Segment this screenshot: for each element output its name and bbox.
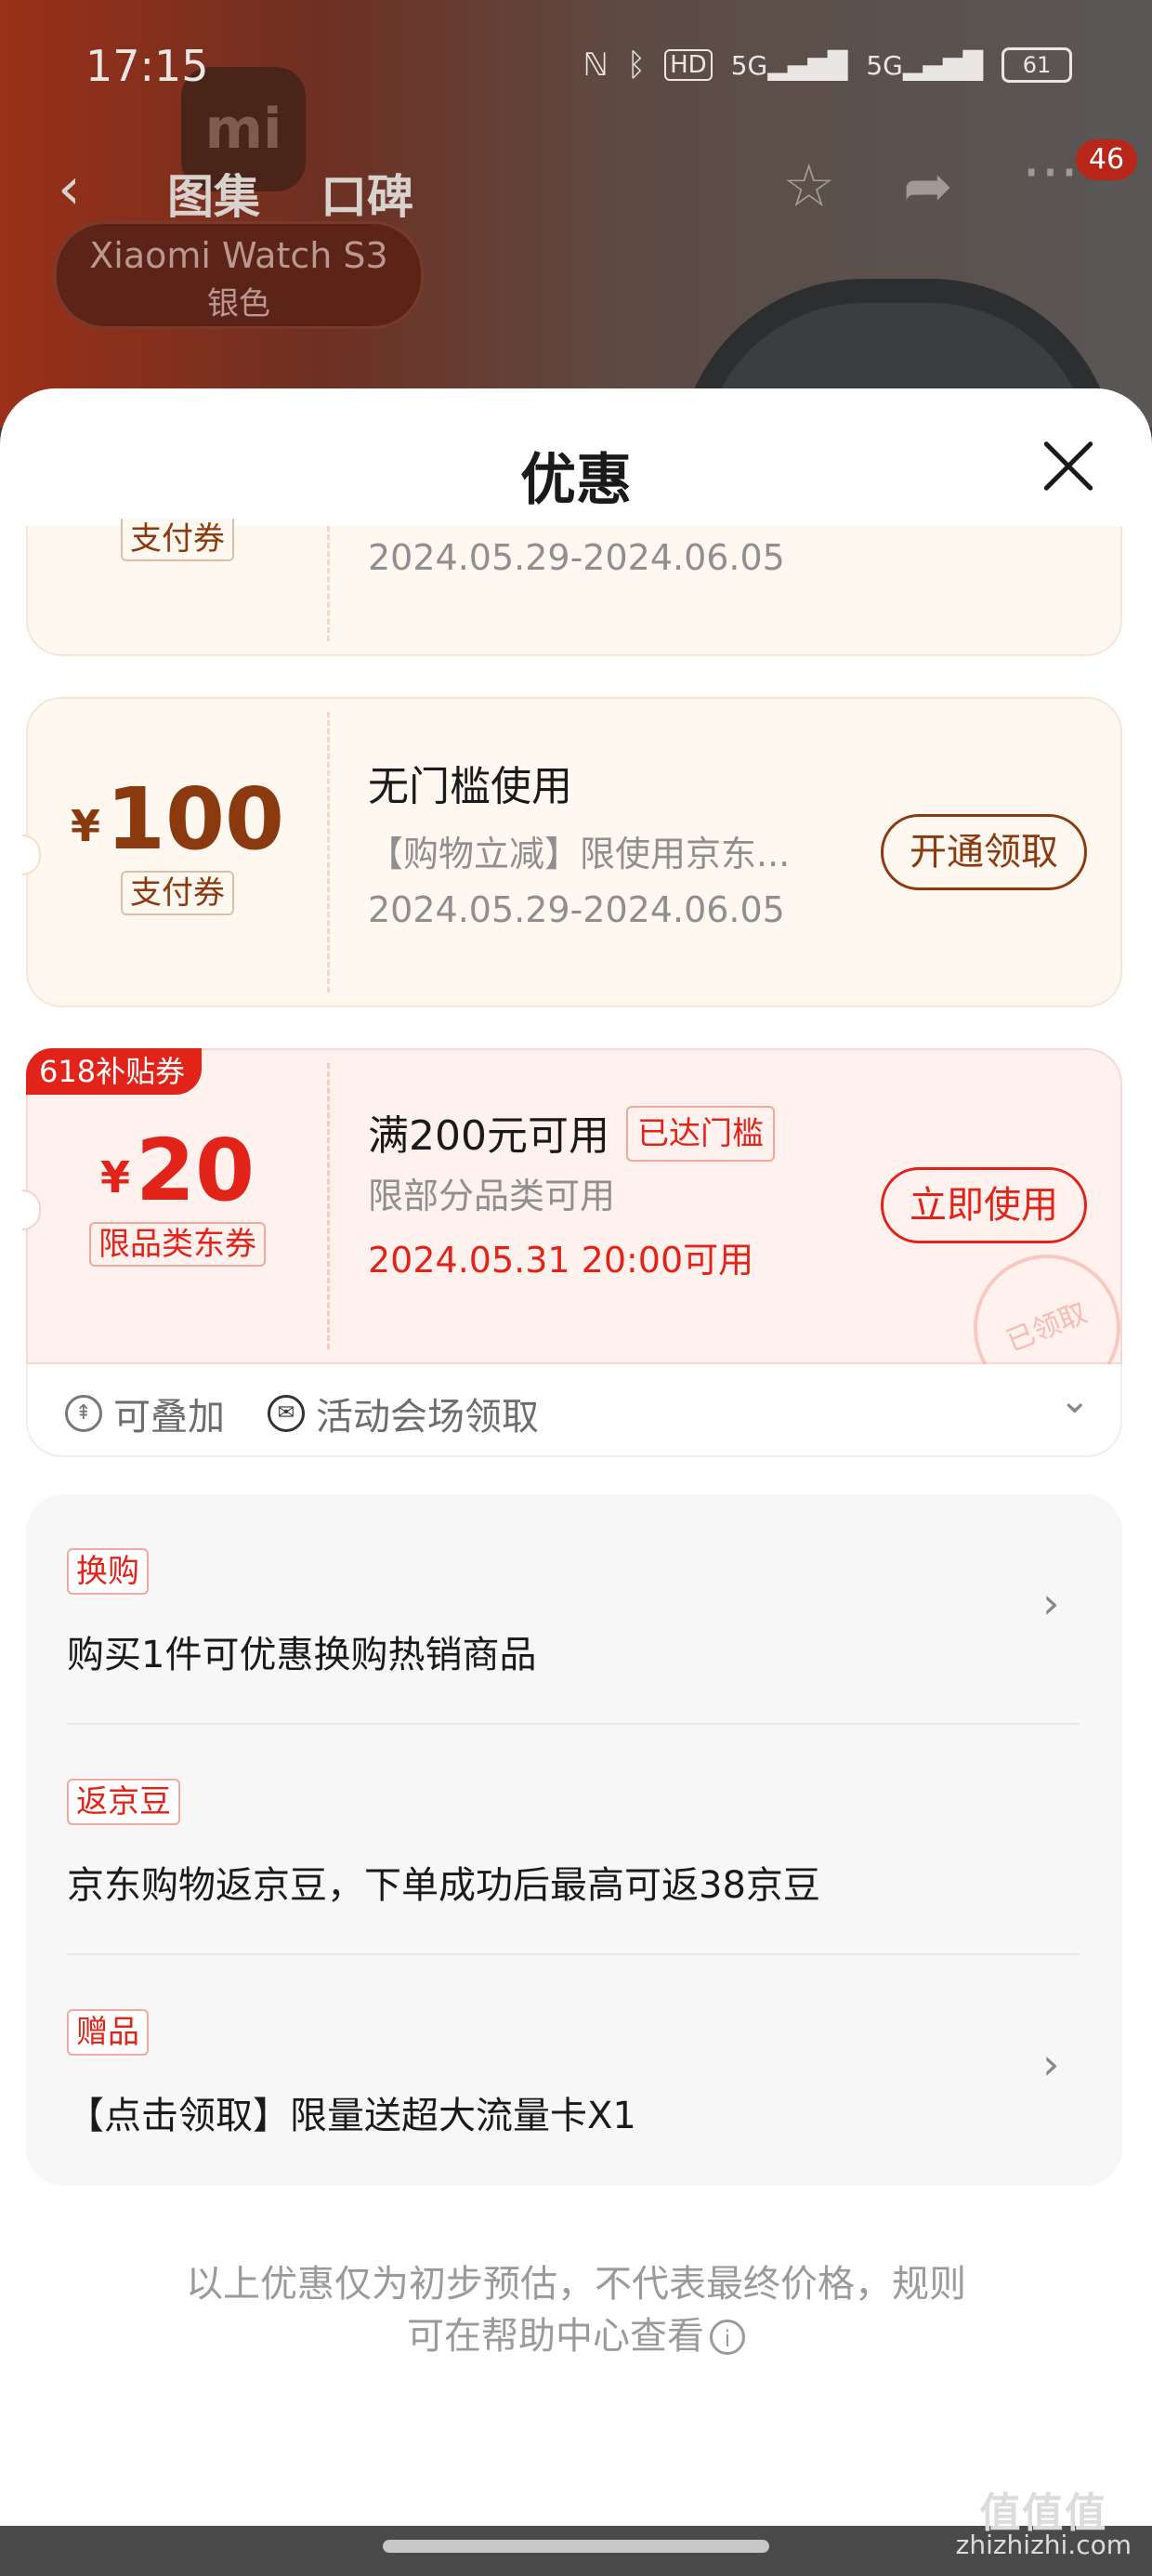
coupon-value: 100 (105, 769, 285, 869)
coupon-card[interactable]: 支付券 2024.05.29-2024.06.05 (26, 519, 1122, 656)
coupon-title-row: 满200元可用 已达门槛 (368, 1102, 935, 1162)
close-icon[interactable] (1041, 439, 1096, 494)
sheet-title: 优惠 (520, 448, 632, 513)
stackable-label: 可叠加 (113, 1396, 225, 1439)
status-icons: ℕ ᛒ HD 5G▂▄▆█ 5G▂▄▆█ 61 (583, 46, 1072, 84)
coupon-divider (327, 1063, 330, 1349)
disclaimer-text: 以上优惠仅为初步预估，不代表最终价格，规则 可在帮助中心查看 i (0, 2258, 1152, 2362)
coupon-value: 20 (135, 1121, 255, 1220)
tab-reviews[interactable]: 口碑 (321, 160, 413, 227)
chevron-down-icon[interactable]: ⌄ (1059, 1379, 1091, 1422)
signal-5g-icon: 5G▂▄▆█ (866, 49, 983, 81)
coupon-date: 2024.05.31 20:00可用 (368, 1240, 754, 1281)
back-arrow-icon[interactable]: ‹ (58, 154, 81, 222)
coupon-left: ¥20 限品类东券 (28, 1121, 327, 1267)
coupon-left: ¥100 支付券 (28, 769, 327, 915)
coupon-card[interactable]: ¥100 支付券 无门槛使用 【购物立减】限使用京东... 2024.05.29… (22, 697, 1122, 1007)
watermark-domain: zhizhizhi.com (955, 2530, 1132, 2560)
disclaimer-line1: 以上优惠仅为初步预估，不代表最终价格，规则 (186, 2263, 966, 2306)
currency-symbol: ¥ (70, 801, 100, 851)
coupon-type-tag: 支付券 (121, 519, 234, 561)
coupon-amount: ¥100 (28, 769, 327, 869)
promo-tag: 换购 (67, 1548, 149, 1595)
threshold-reached-tag: 已达门槛 (625, 1106, 775, 1162)
promo-tag: 返京豆 (67, 1779, 180, 1825)
currency-symbol: ¥ (99, 1152, 130, 1203)
chevron-right-icon[interactable]: › (1042, 1578, 1059, 1628)
share-icon[interactable]: ➦ (903, 152, 953, 221)
product-badge-color: 银色 (207, 285, 270, 322)
signal-5g-icon: 5G▂▄▆█ (730, 49, 848, 81)
status-bar: 17:15 ℕ ᛒ HD 5G▂▄▆█ 5G▂▄▆█ 61 (0, 0, 1152, 139)
coupon-desc: 【购物立减】限使用京东... (368, 834, 791, 874)
notification-count-badge: 46 (1076, 139, 1137, 180)
coupon-title: 满200元可用 (368, 1112, 609, 1160)
coupon-amount: ¥20 (28, 1121, 327, 1220)
source-label: 活动会场领取 (316, 1396, 539, 1439)
coupon-info: 满200元可用 已达门槛 限部分品类可用 2024.05.31 20:00可用 (368, 1102, 935, 1282)
coupon-left: 支付券 (28, 519, 327, 561)
star-favorite-icon[interactable]: ☆ (782, 152, 835, 221)
promo-item-gift[interactable]: 赠品 【点击领取】限量送超大流量卡X1 › (67, 1955, 1080, 2186)
ticket-icon: ✉ (268, 1395, 305, 1432)
stackable-item: ⇞ 可叠加 (65, 1387, 225, 1440)
promo-text: 京东购物返京豆，下单成功后最高可返38京豆 (67, 1864, 820, 1907)
coupon-divider (327, 712, 330, 992)
stack-icon: ⇞ (65, 1395, 102, 1432)
promo-item-exchange[interactable]: 换购 购买1件可优惠换购热销商品 › (67, 1494, 1080, 1725)
bluetooth-icon: ᛒ (626, 46, 647, 84)
use-now-button[interactable]: 立即使用 (881, 1167, 1087, 1243)
status-time: 17:15 (85, 41, 209, 91)
coupon-divider (327, 526, 330, 641)
coupon-info: 2024.05.29-2024.06.05 (368, 537, 935, 578)
tab-gallery[interactable]: 图集 (167, 160, 260, 227)
coupon-desc: 限部分品类可用 (368, 1176, 616, 1216)
source-item: ✉ 活动会场领取 (268, 1387, 539, 1440)
battery-icon: 61 (1001, 47, 1072, 83)
promotion-list: 换购 购买1件可优惠换购热销商品 › 返京豆 京东购物返京豆，下单成功后最高可返… (26, 1494, 1122, 2186)
hd-icon: HD (664, 49, 713, 81)
promo-text: 购买1件可优惠换购热销商品 (67, 1634, 537, 1676)
promo-item-jingdou: 返京豆 京东购物返京豆，下单成功后最高可返38京豆 (67, 1725, 1080, 1955)
coupon-type-tag: 限品类东券 (89, 1222, 266, 1267)
promo-text: 【点击领取】限量送超大流量卡X1 (67, 2095, 636, 2137)
coupon-title: 无门槛使用 (368, 763, 572, 810)
coupon-card-618[interactable]: 618补贴券 ¥20 限品类东券 满200元可用 已达门槛 限部分品类可用 202… (22, 1048, 1143, 1424)
disclaimer-line2: 可在帮助中心查看 (407, 2315, 704, 2358)
coupon-date: 2024.05.29-2024.06.05 (368, 889, 785, 930)
nfc-icon: ℕ (583, 46, 609, 84)
info-icon[interactable]: i (710, 2320, 745, 2355)
coupon-type-tag: 支付券 (121, 871, 234, 915)
chevron-right-icon[interactable]: › (1042, 2039, 1059, 2089)
more-menu-icon[interactable]: ··· (1022, 139, 1079, 208)
site-watermark: 值值值 zhizhizhi.com (955, 2490, 1132, 2561)
promo-tag: 赠品 (67, 2009, 149, 2056)
coupon-date: 2024.05.29-2024.06.05 (368, 537, 785, 578)
activate-claim-button[interactable]: 开通领取 (881, 814, 1087, 890)
coupon-info: 无门槛使用 【购物立减】限使用京东... 2024.05.29-2024.06.… (368, 753, 935, 930)
discount-sheet: 优惠 支付券 2024.05.29-2024.06.05 ¥100 支付券 无门… (0, 388, 1152, 2526)
disclaimer-line2-row: 可在帮助中心查看 i (0, 2310, 1152, 2362)
coupon-extra-row[interactable]: ⇞ 可叠加 ✉ 活动会场领取 ⌄ (26, 1364, 1122, 1457)
watermark-logo: 值值值 (979, 2490, 1108, 2537)
618-subsidy-badge: 618补贴券 (26, 1048, 203, 1095)
battery-level: 61 (1022, 52, 1052, 78)
home-indicator[interactable] (383, 2540, 769, 2553)
product-nav-bar: ‹ 图集 口碑 ☆ ➦ ··· 46 (0, 139, 1152, 242)
